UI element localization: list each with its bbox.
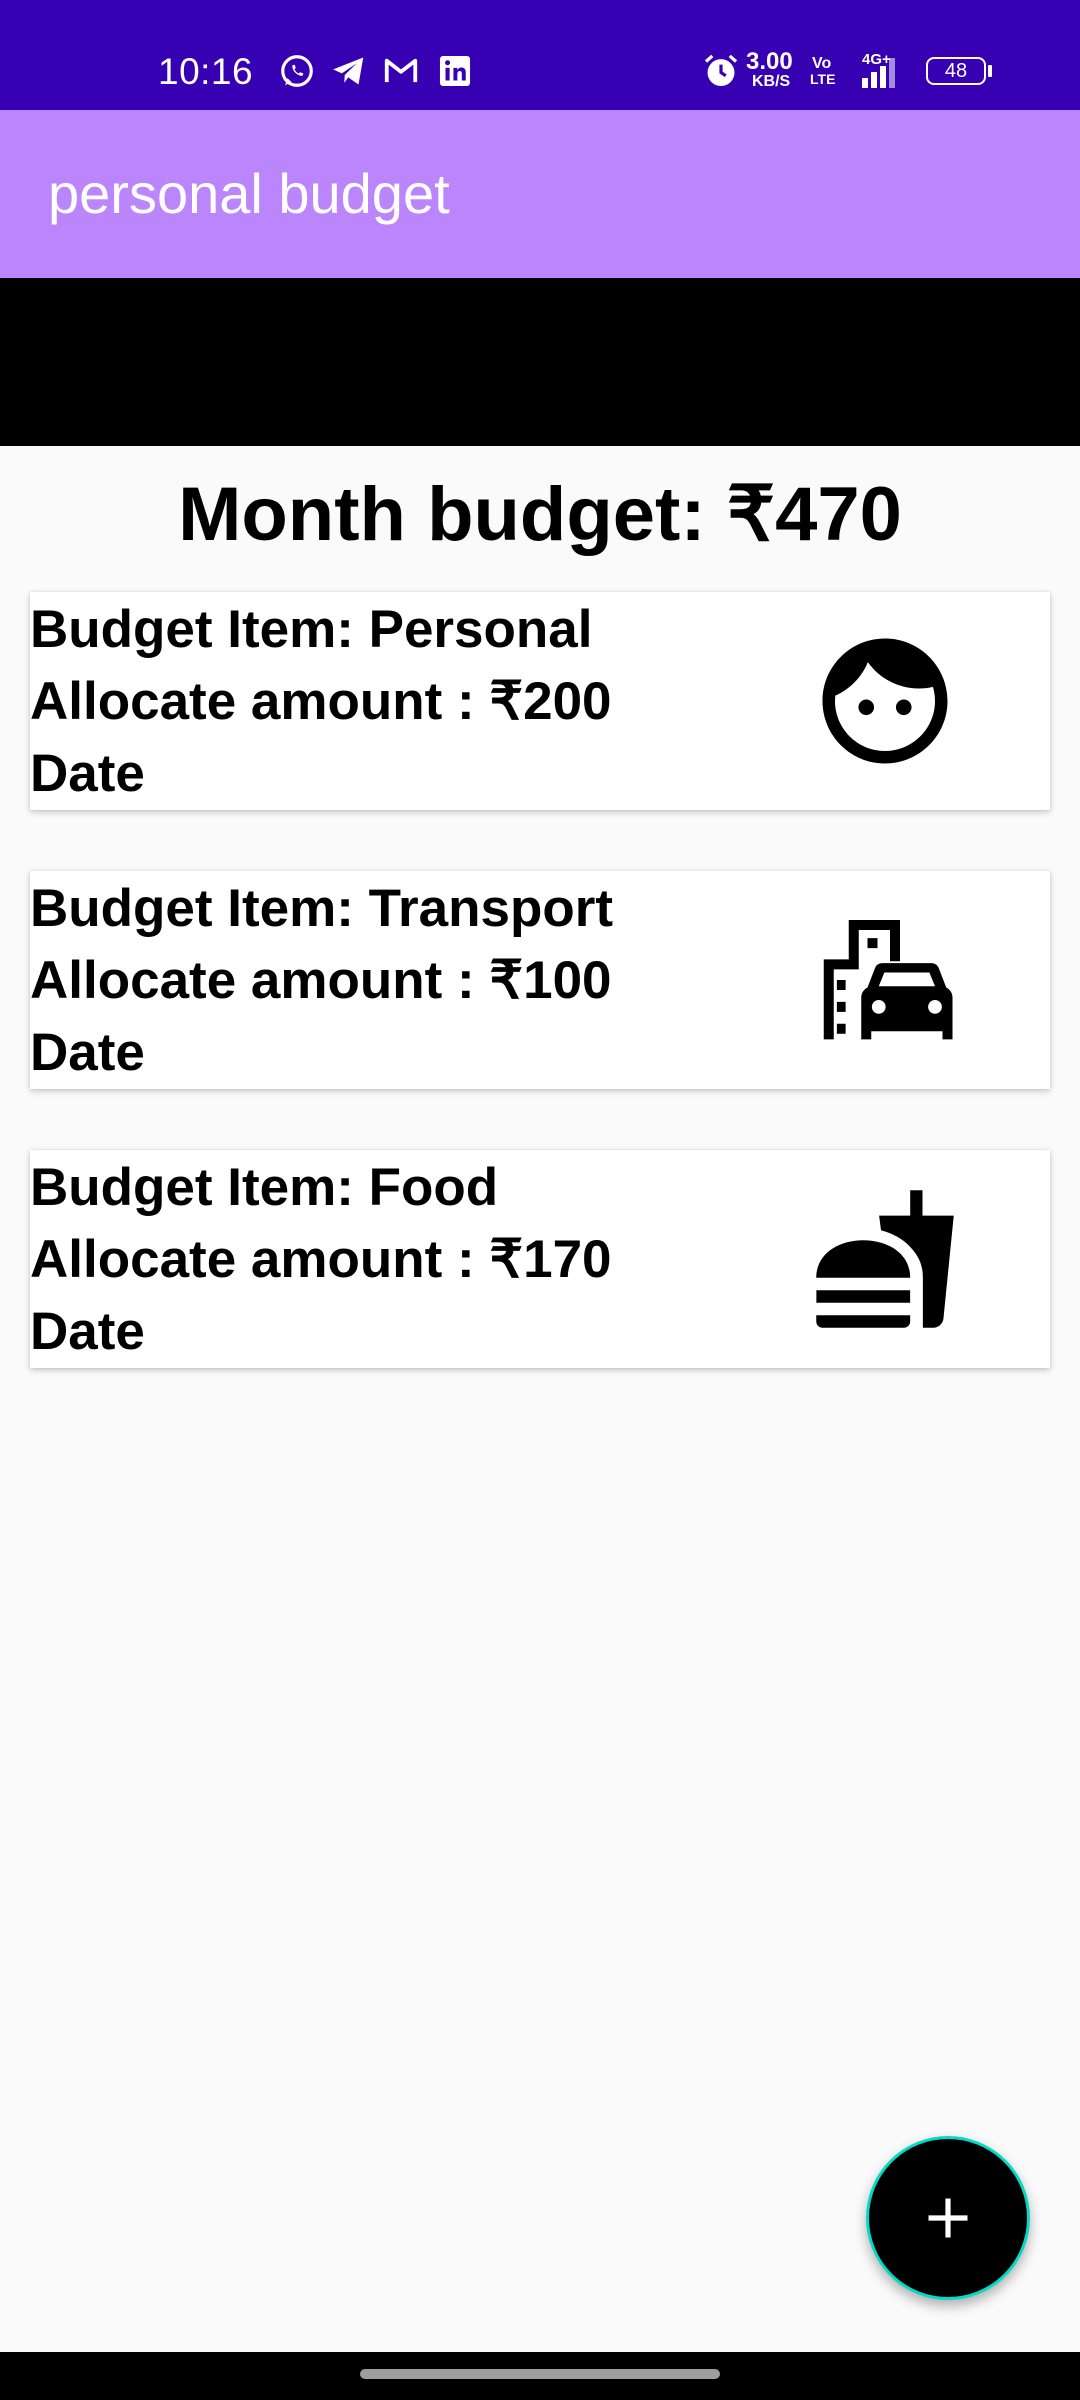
alarm-icon [704,54,738,87]
budget-item-title: Budget Item: Food [30,1158,499,1217]
battery-level: 48 [944,60,968,82]
status-bar: 10:16 3.00 KB/S Vo LTE 4G+ 48 [0,0,1080,110]
volte-top: Vo [812,55,832,72]
add-budget-item-button[interactable] [866,2136,1030,2300]
app-title: personal budget [48,162,450,225]
budget-item-amount: Allocate amount : ₹200 [30,672,612,731]
gmail-icon [384,58,418,83]
budget-item-card-personal[interactable]: Budget Item: Personal Allocate amount : … [30,592,1050,810]
net-speed-unit: KB/S [752,73,791,90]
budget-item-card-transport[interactable]: Budget Item: Transport Allocate amount :… [30,871,1050,1089]
plus-icon [928,2198,968,2238]
linkedin-icon [439,55,471,87]
budget-item-amount: Allocate amount : ₹170 [30,1230,612,1289]
app-bar: personal budget [0,110,1080,278]
whatsapp-icon [281,55,313,87]
status-time: 10:16 [158,51,254,92]
budget-item-title: Budget Item: Transport [30,879,614,938]
budget-item-date: Date [30,1023,145,1082]
month-budget-total: Month budget: ₹470 [178,472,902,557]
navigation-bar [0,2352,1080,2400]
budget-item-title: Budget Item: Personal [30,600,593,659]
battery-icon: 48 [926,57,986,85]
battery-tip [988,65,992,77]
budget-item-date: Date [30,744,145,803]
black-banner [0,278,1080,446]
fastfood-icon [816,1190,954,1328]
budget-item-date: Date [30,1302,145,1361]
net-speed-value: 3.00 [746,48,793,75]
home-gesture-handle[interactable] [360,2369,720,2379]
budget-item-amount: Allocate amount : ₹100 [30,951,612,1010]
transportation-icon [823,920,953,1040]
signal-icon [862,58,895,88]
telegram-icon [333,57,364,85]
budget-item-card-food[interactable]: Budget Item: Food Allocate amount : ₹170… [30,1150,1050,1368]
volte-bottom: LTE [810,71,836,87]
face-icon [822,638,948,764]
